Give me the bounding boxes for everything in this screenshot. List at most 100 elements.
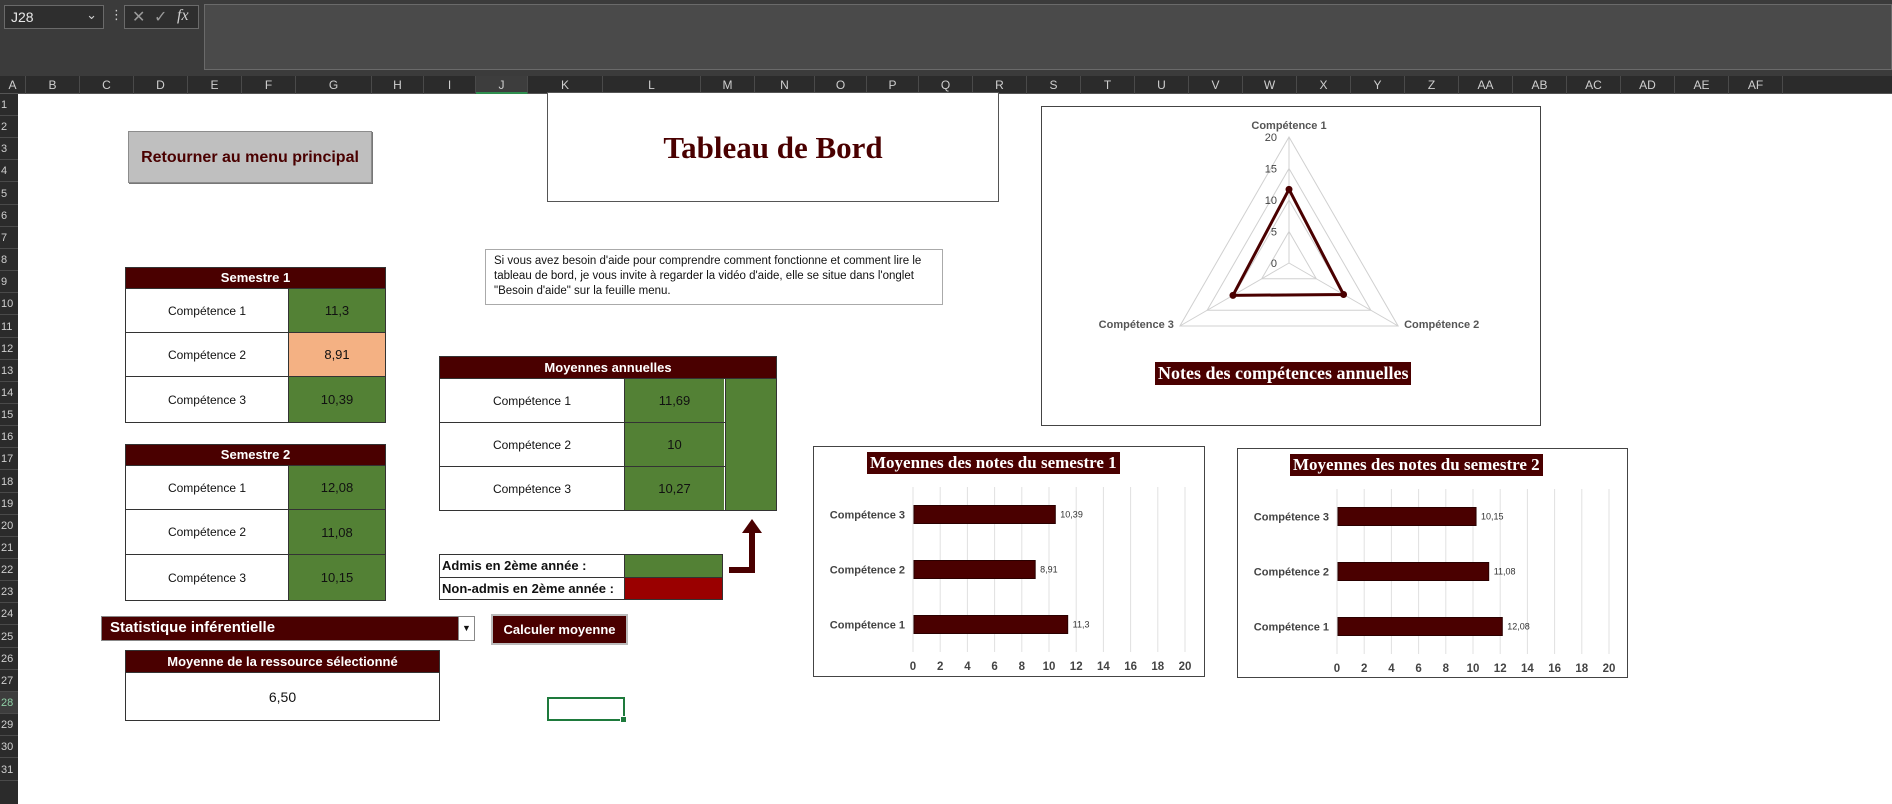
chevron-down-icon[interactable]: ⌄ [86, 7, 97, 23]
cancel-icon[interactable]: ✕ [132, 7, 145, 27]
bar [913, 505, 1056, 524]
selected-cell-J28[interactable] [547, 697, 627, 723]
row-header-30[interactable]: 30 [0, 736, 18, 759]
row-header-15[interactable]: 15 [0, 404, 18, 427]
table-row: Compétence 1 12,08 [126, 465, 385, 509]
column-header-w[interactable]: W [1243, 76, 1297, 94]
row-header-3[interactable]: 3 [0, 138, 18, 161]
column-header-ae[interactable]: AE [1675, 76, 1729, 94]
row-value[interactable]: 12,08 [288, 466, 385, 509]
table-row: Compétence 3 10,27 [440, 466, 725, 510]
bar-data-label: 11,08 [1494, 567, 1516, 577]
column-header-i[interactable]: I [424, 76, 476, 94]
non-admis-label: Non-admis en 2ème année : [442, 581, 614, 596]
row-header-2[interactable]: 2 [0, 116, 18, 139]
semestre2-bar-chart[interactable]: 0 2 4 6 8 10 12 14 16 18 20 Compétence 3 10,15 Compét… [1237, 448, 1628, 678]
radar-axis-label: Compétence 1 [1251, 120, 1326, 132]
row-label: Compétence 3 [167, 570, 247, 585]
column-header-ab[interactable]: AB [1513, 76, 1567, 94]
admission-result-cell[interactable] [725, 378, 776, 510]
row-value[interactable]: 10,27 [624, 467, 724, 510]
column-header-t[interactable]: T [1081, 76, 1135, 94]
row-value[interactable]: 11,08 [288, 510, 385, 554]
column-header-a[interactable]: A [0, 76, 26, 94]
row-header-28[interactable]: 28 [0, 692, 18, 715]
column-header-j[interactable]: J [476, 76, 528, 94]
row-header-7[interactable]: 7 [0, 227, 18, 249]
column-header-g[interactable]: G [296, 76, 372, 94]
row-header-24[interactable]: 24 [0, 603, 18, 626]
insert-function-icon[interactable]: fx [177, 7, 189, 25]
column-header-v[interactable]: V [1189, 76, 1243, 94]
radar-tick-label: 0 [1271, 258, 1277, 270]
row-header-20[interactable]: 20 [0, 515, 18, 537]
more-options-icon[interactable]: ⋮ [110, 7, 123, 23]
row-value[interactable]: 11,69 [624, 379, 724, 422]
column-header-h[interactable]: H [372, 76, 424, 94]
formula-input[interactable] [204, 4, 1892, 70]
ressource-select[interactable]: Statistique inférentielle ▼ [101, 616, 475, 641]
column-header-ac[interactable]: AC [1567, 76, 1621, 94]
row-header-6[interactable]: 6 [0, 205, 18, 227]
semestre2-chart-title: Moyennes des notes du semestre 2 [1290, 454, 1543, 476]
calculer-moyenne-button[interactable]: Calculer moyenne [491, 614, 628, 645]
column-header-s[interactable]: S [1027, 76, 1081, 94]
row-header-12[interactable]: 12 [0, 338, 18, 360]
column-header-u[interactable]: U [1135, 76, 1189, 94]
row-label: Compétence 2 [167, 347, 247, 362]
column-header-e[interactable]: E [188, 76, 242, 94]
column-header-f[interactable]: F [242, 76, 296, 94]
semestre1-bar-chart[interactable]: 0 2 4 6 8 10 12 14 16 18 20 Compétence 3 10,39 Compét… [813, 446, 1205, 677]
row-header-17[interactable]: 17 [0, 448, 18, 471]
column-header-d[interactable]: D [134, 76, 188, 94]
table-row: Compétence 2 10 [440, 422, 725, 466]
radar-tick-label: 5 [1271, 227, 1277, 239]
bar-tick-label: 4 [964, 661, 971, 673]
row-header-31[interactable]: 31 [0, 759, 18, 781]
row-header-1[interactable]: 1 [0, 94, 18, 116]
row-header-11[interactable]: 11 [0, 316, 18, 338]
column-header-x[interactable]: X [1297, 76, 1351, 94]
row-value[interactable]: 8,91 [288, 333, 385, 376]
chevron-down-icon[interactable]: ▼ [458, 617, 474, 640]
row-header-16[interactable]: 16 [0, 426, 18, 449]
column-header-aa[interactable]: AA [1459, 76, 1513, 94]
bar-tick-label: 12 [1494, 663, 1507, 675]
row-header-14[interactable]: 14 [0, 382, 18, 404]
row-header-18[interactable]: 18 [0, 471, 18, 493]
row-header-9[interactable]: 9 [0, 271, 18, 294]
row-header-26[interactable]: 26 [0, 648, 18, 670]
row-header-5[interactable]: 5 [0, 183, 18, 205]
column-header-y[interactable]: Y [1351, 76, 1405, 94]
column-header-z[interactable]: Z [1405, 76, 1459, 94]
row-header-8[interactable]: 8 [0, 249, 18, 272]
radar-chart[interactable]: 0 5 10 15 20 Compétence 1 Compétence 2 Compéten… [1041, 106, 1541, 426]
row-header-21[interactable]: 21 [0, 537, 18, 559]
row-header-27[interactable]: 27 [0, 670, 18, 692]
row-header-29[interactable]: 29 [0, 714, 18, 737]
bar-tick-label: 18 [1575, 663, 1588, 675]
column-header-c[interactable]: C [80, 76, 134, 94]
column-header-ad[interactable]: AD [1621, 76, 1675, 94]
menu-principal-button[interactable]: Retourner au menu principal [128, 131, 372, 183]
row-value[interactable]: 10 [624, 423, 724, 466]
row-header-19[interactable]: 19 [0, 493, 18, 515]
ressource-value[interactable]: 6,50 [126, 672, 439, 720]
name-box[interactable]: J28 ⌄ [4, 5, 104, 29]
radar-tick-label: 20 [1265, 132, 1277, 144]
row-header-25[interactable]: 25 [0, 626, 18, 648]
column-header-af[interactable]: AF [1729, 76, 1783, 94]
row-value[interactable]: 10,15 [288, 555, 385, 600]
radar-axis-label: Compétence 2 [1404, 319, 1479, 331]
row-header-22[interactable]: 22 [0, 559, 18, 582]
row-header-13[interactable]: 13 [0, 360, 18, 382]
row-header-4[interactable]: 4 [0, 160, 18, 183]
row-header-23[interactable]: 23 [0, 581, 18, 604]
bar-tick-label: 14 [1521, 663, 1534, 675]
row-header-10[interactable]: 10 [0, 293, 18, 316]
column-header-b[interactable]: B [26, 76, 80, 94]
bar-data-label: 10,15 [1481, 512, 1504, 522]
row-value[interactable]: 11,3 [288, 289, 385, 332]
row-value[interactable]: 10,39 [288, 377, 385, 422]
check-icon[interactable]: ✓ [154, 7, 167, 27]
